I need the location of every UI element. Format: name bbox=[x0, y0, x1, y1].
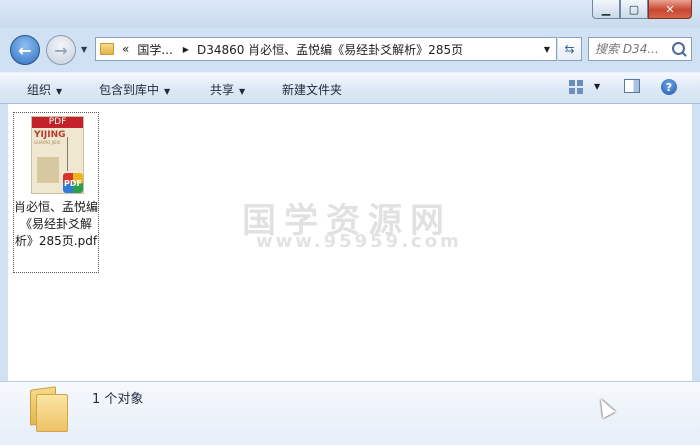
preview-pane-icon[interactable] bbox=[624, 79, 640, 93]
breadcrumb-item-parent[interactable]: 国学... bbox=[137, 41, 172, 58]
arrow-left-icon: ← bbox=[18, 40, 32, 60]
window-controls: ▁ ▢ ✕ bbox=[592, 0, 692, 19]
thumb-pdf-label: PDF bbox=[32, 117, 83, 128]
thumb-subtitle: GUAYAO JIEXI bbox=[34, 140, 61, 145]
pdf-badge-icon: PDF bbox=[63, 173, 83, 193]
minimize-button[interactable]: ▁ bbox=[592, 0, 620, 19]
breadcrumb-separator-icon[interactable]: ▶ bbox=[183, 45, 189, 54]
search-input[interactable] bbox=[595, 42, 669, 56]
file-item[interactable]: PDF YIJING GUAYAO JIEXI PDF 肖必恒、孟悦编《易经卦爻… bbox=[13, 112, 99, 273]
organize-label: 组织 bbox=[27, 83, 52, 97]
chevron-down-icon: ▼ bbox=[164, 87, 171, 96]
address-bar[interactable]: « 国学... ▶ D34860 肖必恒、孟悦编《易经卦爻解析》285页 ▼ bbox=[95, 37, 557, 61]
view-dropdown-icon[interactable]: ▼ bbox=[594, 82, 600, 91]
view-options-icon[interactable] bbox=[569, 80, 583, 94]
share-button[interactable]: 共享 ▼ bbox=[210, 81, 245, 98]
folder-icon bbox=[100, 43, 114, 55]
arrow-right-icon: → bbox=[54, 40, 68, 60]
thumb-decoration bbox=[67, 137, 78, 171]
new-folder-button[interactable]: 新建文件夹 bbox=[282, 81, 342, 98]
folder-icon bbox=[30, 386, 70, 432]
title-bar: ▁ ▢ ✕ bbox=[0, 0, 700, 28]
breadcrumb-overflow[interactable]: « bbox=[122, 42, 129, 56]
share-label: 共享 bbox=[210, 83, 235, 97]
search-box[interactable] bbox=[588, 37, 692, 61]
chevron-down-icon: ▼ bbox=[239, 87, 246, 96]
recent-pages-dropdown[interactable]: ▼ bbox=[81, 45, 87, 54]
forward-button[interactable]: → bbox=[46, 35, 76, 65]
help-icon[interactable]: ? bbox=[661, 79, 677, 95]
close-button[interactable]: ✕ bbox=[648, 0, 692, 19]
address-dropdown-icon[interactable]: ▼ bbox=[544, 45, 550, 54]
explorer-window: ▁ ▢ ✕ ← → ▼ « 国学... ▶ D34860 肖必恒、孟悦编《易经卦… bbox=[0, 0, 700, 445]
include-library-label: 包含到库中 bbox=[99, 83, 160, 97]
breadcrumb-item-current[interactable]: D34860 肖必恒、孟悦编《易经卦爻解析》285页 bbox=[197, 41, 463, 58]
refresh-button[interactable]: ⇆ bbox=[558, 37, 582, 61]
watermark-url: www.95959.com bbox=[256, 231, 462, 252]
maximize-button[interactable]: ▢ bbox=[620, 0, 648, 19]
thumb-title: YIJING bbox=[34, 130, 66, 140]
search-icon[interactable] bbox=[672, 42, 685, 55]
refresh-icon: ⇆ bbox=[564, 42, 575, 56]
item-count: 1 个对象 bbox=[92, 392, 144, 407]
back-button[interactable]: ← bbox=[10, 35, 40, 65]
pdf-thumbnail: PDF YIJING GUAYAO JIEXI PDF bbox=[31, 116, 84, 194]
file-name[interactable]: 肖必恒、孟悦编《易经卦爻解析》285页.pdf bbox=[14, 199, 98, 250]
new-folder-label: 新建文件夹 bbox=[282, 83, 343, 97]
organize-button[interactable]: 组织 ▼ bbox=[27, 81, 62, 98]
chevron-down-icon: ▼ bbox=[56, 87, 63, 96]
thumb-decoration bbox=[37, 157, 59, 183]
include-library-button[interactable]: 包含到库中 ▼ bbox=[99, 81, 170, 98]
